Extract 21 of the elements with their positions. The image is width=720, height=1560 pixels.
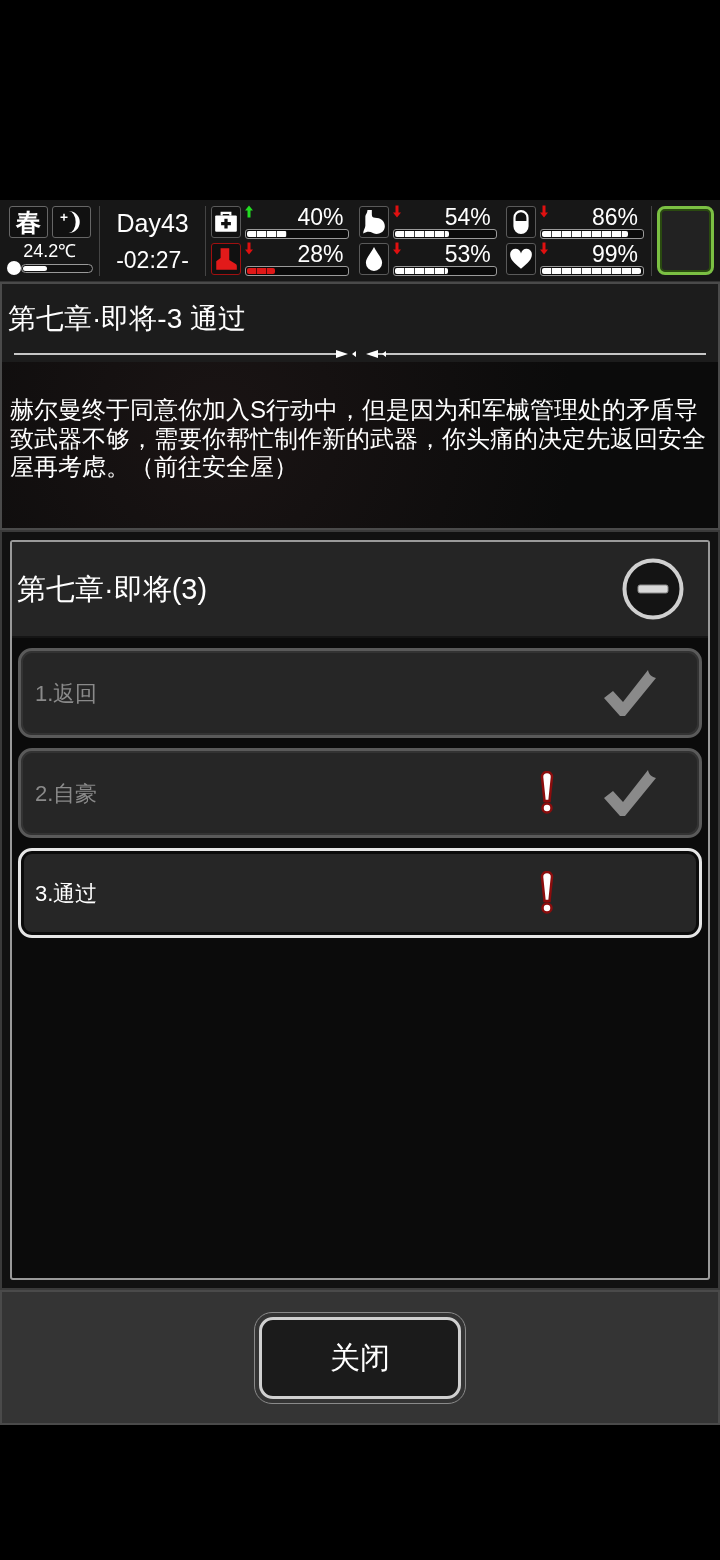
quest-item[interactable]: 3.通过 (18, 848, 702, 938)
close-button[interactable]: 关闭 (254, 1311, 466, 1404)
collapse-button[interactable] (622, 558, 684, 620)
stat-percent: 86% (591, 205, 639, 229)
empty-slot-button[interactable] (657, 206, 714, 275)
stat-percent: 54% (444, 205, 492, 229)
temperature-reading: 24.2℃ (23, 242, 77, 260)
stat-percent: 28% (297, 242, 345, 266)
stat-percent: 53% (444, 242, 492, 266)
chapter-description: 赫尔曼终于同意你加入S行动中，但是因为和军械管理处的矛盾导致武器不够，需要你帮忙制作新的武器，你头痛的决定先返回安全屋再考虑。（前往安全屋） (10, 396, 707, 482)
clock-time: -02:27- (116, 245, 190, 274)
quest-group-title: 第七章·即将(3) (17, 572, 208, 607)
minus-circle-icon (622, 558, 684, 620)
stat-percent: 40% (297, 205, 345, 229)
quest-item[interactable]: 1.返回 (18, 648, 702, 738)
day-counter: Day43 (116, 207, 189, 238)
quest-item[interactable]: 2.自豪 (18, 748, 702, 838)
chapter-title: 第七章·即将-3 通过 (8, 302, 246, 336)
thermometer-bulb-icon (6, 261, 21, 275)
stat-percent: 99% (591, 242, 639, 266)
season-label: 春 (8, 206, 48, 238)
